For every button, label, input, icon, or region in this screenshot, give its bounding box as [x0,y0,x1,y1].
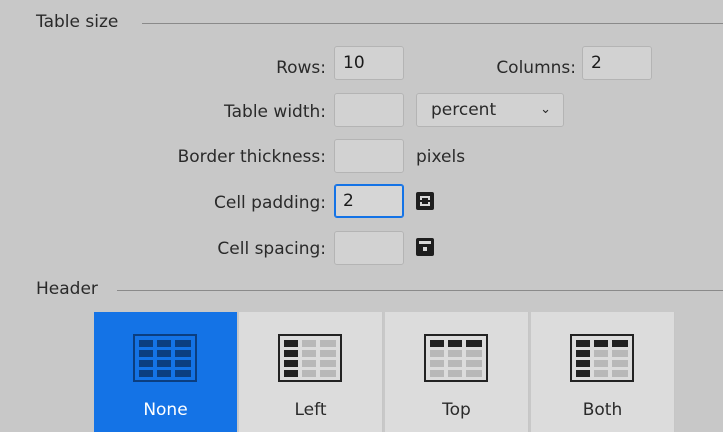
table-width-label: Table width: [224,102,326,122]
columns-input[interactable] [582,46,652,80]
table-both-header-icon [570,334,634,382]
border-unit-label: pixels [416,147,466,167]
cell-padding-label: Cell padding: [214,193,326,213]
table-no-header-icon [133,334,197,382]
table-left-header-icon [278,334,342,382]
rows-label: Rows: [276,58,326,78]
width-unit-selected: percent [431,100,497,120]
border-thickness-label: Border thickness: [177,147,326,167]
header-option-left[interactable]: Left [239,312,383,432]
header-option-left-label: Left [294,400,327,420]
header-option-top[interactable]: Top [385,312,529,432]
header-option-both[interactable]: Both [531,312,675,432]
columns-label: Columns: [496,58,576,78]
table-size-heading: Table size [36,12,119,32]
cell-spacing-label: Cell spacing: [217,239,326,259]
cell-spacing-input[interactable] [334,231,404,265]
chevron-down-icon: ⌄ [540,102,551,117]
table-width-input[interactable] [334,93,404,127]
header-divider [117,290,723,291]
header-option-top-label: Top [442,400,471,420]
header-option-none-label: None [143,400,188,420]
rows-input[interactable] [334,46,404,80]
header-heading: Header [36,279,98,299]
cell-padding-input[interactable] [334,184,404,218]
width-unit-select[interactable]: percent ⌄ [416,93,564,127]
header-option-both-label: Both [582,400,623,420]
table-top-header-icon [424,334,488,382]
border-thickness-input[interactable] [334,139,404,173]
header-option-none[interactable]: None [94,312,238,432]
table-size-divider [142,23,723,24]
cell-spacing-icon[interactable] [416,238,434,256]
cell-padding-icon[interactable] [416,192,434,210]
